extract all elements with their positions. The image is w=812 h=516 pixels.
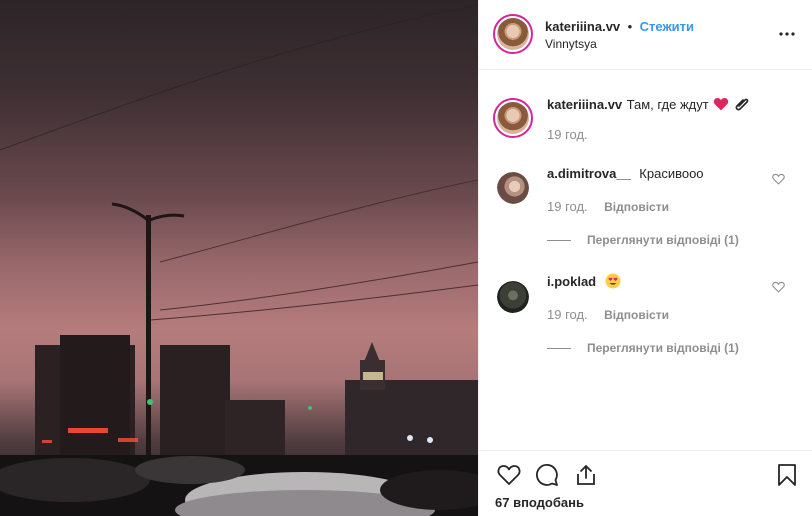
follow-button[interactable]: Стежити [640, 19, 694, 34]
comment-meta: 19 год. Відповісти [547, 198, 669, 216]
header-separator: • [627, 19, 633, 34]
reply-button[interactable]: Відповісти [604, 200, 669, 214]
post-actions: 67 вподобань [479, 450, 812, 516]
post-header: kateriiina.vv • Стежити Vinnytsya [479, 0, 812, 70]
comment-username[interactable]: i.poklad [547, 274, 596, 289]
reply-button[interactable]: Відповісти [604, 308, 669, 322]
red-heart-emoji [713, 97, 729, 116]
view-replies-button[interactable]: Переглянути відповіді (1) [547, 233, 739, 247]
caption-avatar-image [497, 102, 529, 134]
comment-text: Красивооо [639, 166, 704, 181]
author-avatar[interactable] [493, 14, 533, 54]
caption-avatar[interactable] [493, 98, 533, 138]
header-title-row: kateriiina.vv • Стежити [545, 18, 694, 36]
comment-avatar[interactable] [497, 281, 529, 313]
author-avatar-image [497, 18, 529, 50]
comment-text-row: i.poklad [547, 273, 621, 294]
caption-time: 19 год. [547, 127, 588, 142]
share-icon[interactable] [572, 461, 600, 489]
smiling-face-with-heart-eyes-emoji [605, 273, 621, 294]
photo-scene [0, 4, 478, 516]
view-replies-label: Переглянути відповіді (1) [587, 233, 739, 247]
comment-text-row: a.dimitrova__ Красивооо [547, 165, 704, 183]
comment-time[interactable]: 19 год. [547, 199, 588, 214]
comment-avatar[interactable] [497, 172, 529, 204]
paperclip-emoji [734, 96, 750, 117]
bookmark-icon[interactable] [773, 461, 801, 489]
instagram-post: kateriiina.vv • Стежити Vinnytsya kateri… [0, 0, 812, 516]
comment-avatar-image [497, 281, 529, 313]
comment-avatar-image [497, 172, 529, 204]
post-side-panel: kateriiina.vv • Стежити Vinnytsya kateri… [478, 0, 812, 516]
caption-username[interactable]: kateriiina.vv [547, 97, 622, 112]
more-options-icon[interactable] [775, 24, 799, 44]
post-location[interactable]: Vinnytsya [545, 37, 597, 51]
view-replies-line [547, 348, 571, 350]
caption-text: Там, где ждут [626, 97, 709, 112]
author-username[interactable]: kateriiina.vv [545, 19, 620, 34]
view-replies-label: Переглянути відповіді (1) [587, 341, 739, 355]
view-replies-button[interactable]: Переглянути відповіді (1) [547, 341, 739, 355]
comment-meta: 19 год. Відповісти [547, 306, 669, 324]
comment-icon[interactable] [533, 461, 561, 489]
comment-username[interactable]: a.dimitrova__ [547, 166, 631, 181]
post-photo[interactable] [0, 0, 478, 516]
likes-count[interactable]: 67 вподобань [495, 495, 584, 510]
view-replies-line [547, 240, 571, 242]
comment-time[interactable]: 19 год. [547, 307, 588, 322]
comment-like-heart-icon[interactable] [771, 280, 785, 294]
comment-like-heart-icon[interactable] [771, 172, 785, 186]
caption-text-row: kateriiina.vv Там, где ждут [547, 96, 750, 117]
heart-icon[interactable] [495, 461, 523, 489]
